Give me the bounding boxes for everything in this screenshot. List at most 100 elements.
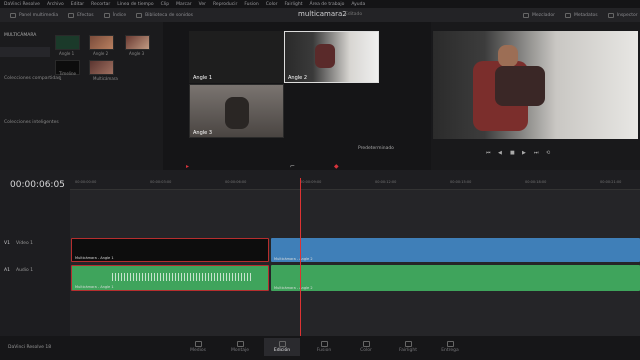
snap-icon[interactable]: ◆ xyxy=(334,163,339,170)
video-track-name: Vídeo 1 xyxy=(16,241,34,246)
ruler-tick-label: 00:00:18:00 xyxy=(525,180,547,184)
playhead[interactable] xyxy=(300,178,301,336)
angle-3-person xyxy=(225,97,249,129)
page-icon xyxy=(404,341,412,347)
select-tool-icon[interactable]: ▸ xyxy=(186,163,189,170)
page-label: Fusion xyxy=(316,348,332,353)
menu-item[interactable]: Línea de tiempo xyxy=(117,2,153,7)
skip-forward-icon[interactable]: ⏭ xyxy=(534,150,539,156)
person-head xyxy=(498,45,518,67)
menu-item[interactable]: Fairlight xyxy=(285,2,303,7)
bin-selected xyxy=(0,47,50,57)
menu-item[interactable]: Fusion xyxy=(244,2,258,7)
stop-icon[interactable]: ■ xyxy=(510,150,515,156)
page-label: Entrega xyxy=(441,348,459,353)
audio-track-name: Audio 1 xyxy=(16,268,34,273)
track-headers: V1 Vídeo 1 A1 Audio 1 xyxy=(0,190,70,336)
ruler-tick-label: 00:00:06:00 xyxy=(225,180,247,184)
sound-library-button[interactable]: Biblioteca de sonidos xyxy=(136,12,193,18)
page-tab[interactable]: Medios xyxy=(180,338,216,356)
media-pool-button[interactable]: Panel multimedia xyxy=(10,12,58,18)
audio-clip-2[interactable]: Multicámara - Angle 2 xyxy=(271,265,640,291)
project-title: multicamara2 xyxy=(298,10,347,18)
bin-label[interactable]: MULTICÁMARA xyxy=(4,33,36,38)
angle-2-cell[interactable]: Angle 2 xyxy=(284,31,379,83)
person-body xyxy=(495,66,545,106)
menu-item[interactable]: Marcar xyxy=(176,2,191,7)
page-tab[interactable]: Fairlight xyxy=(390,338,426,356)
timeline-viewer: ⏮ ◀ ■ ▶ ⏭ ⟲ xyxy=(431,22,640,170)
menu-item[interactable]: Ayuda xyxy=(351,2,365,7)
timeline-ruler[interactable]: 00:00:00:00 00:00:03:00 00:00:06:00 00:00:0… xyxy=(70,178,640,190)
timeline-tracks[interactable]: Multicámara - Angle 1 Multicámara - Angl… xyxy=(70,190,640,336)
metadata-button[interactable]: Metadatos xyxy=(565,12,598,18)
media-pool: MULTICÁMARA Colecciones compartidas Cole… xyxy=(0,22,163,170)
page-icon xyxy=(320,341,328,347)
media-thumb-angle3[interactable]: Angle 3 xyxy=(125,35,150,56)
video-track-id: V1 xyxy=(4,241,10,246)
smart-collections[interactable]: Colecciones inteligentes xyxy=(4,120,59,125)
audio-clip-1[interactable]: Multicámara - Angle 1 xyxy=(71,265,269,291)
edited-status: Editado xyxy=(345,12,363,17)
transport-controls: ⏮ ◀ ■ ▶ ⏭ ⟲ xyxy=(486,150,556,156)
edit-toolbar: ▸ ⌐ ◆ xyxy=(150,161,630,172)
menu-item[interactable]: Área de trabajo xyxy=(310,2,345,7)
page-icon xyxy=(446,341,454,347)
edit-index-button[interactable]: Índice xyxy=(103,12,126,18)
menu-item[interactable]: Color xyxy=(266,2,278,7)
page-tab[interactable]: Montaje xyxy=(222,338,258,356)
media-thumb-angle2[interactable]: Angle 2 xyxy=(89,35,114,56)
timeline-timecode: 00:00:06:05 xyxy=(10,180,65,190)
mixer-icon xyxy=(523,12,530,18)
page-tab[interactable]: Fusion xyxy=(306,338,342,356)
sound-library-icon xyxy=(136,12,143,18)
media-thumb-angle1[interactable]: Angle 1 xyxy=(55,35,80,56)
media-thumb-multicam[interactable]: Multicámara xyxy=(89,60,118,81)
menu-item[interactable]: Archivo xyxy=(47,2,64,7)
program-frame xyxy=(433,31,638,139)
ruler-tick-label: 00:00:09:00 xyxy=(300,180,322,184)
page-icon xyxy=(362,341,370,347)
angle-3-cell[interactable]: Angle 3 xyxy=(189,84,284,138)
inspector-icon xyxy=(607,12,614,18)
page-label: Fairlight xyxy=(398,348,417,353)
loop-icon[interactable]: ⟲ xyxy=(546,150,550,156)
inspector-button[interactable]: Inspector xyxy=(607,12,638,18)
ruler-tick-label: 00:00:00:00 xyxy=(75,180,97,184)
play-icon[interactable]: ▶ xyxy=(522,150,526,156)
page-tab[interactable]: Entrega xyxy=(432,338,468,356)
page-tab[interactable]: Edición xyxy=(264,338,300,356)
preset-dropdown[interactable]: Predeterminado xyxy=(358,146,394,151)
mixer-button[interactable]: Mezclador xyxy=(523,12,555,18)
effects-icon xyxy=(68,12,75,18)
multicam-viewer: Angle 2 Angle 3 Angle 1 Predeterminado xyxy=(163,22,431,170)
page-icon xyxy=(236,341,244,347)
media-thumb-timeline[interactable]: Timeline 1 xyxy=(55,60,80,81)
waveform xyxy=(112,273,252,281)
page-label: Edición xyxy=(273,348,291,353)
menu-item[interactable]: Recortar xyxy=(91,2,110,7)
skip-back-icon[interactable]: ⏮ xyxy=(486,150,491,156)
menu-item[interactable]: Reproducir xyxy=(213,2,237,7)
link-icon[interactable]: ⌐ xyxy=(290,163,295,170)
page-label: Montaje xyxy=(230,348,250,353)
video-clip-2[interactable]: Multicámara - Angle 2 xyxy=(271,238,640,262)
menu-item[interactable]: DaVinci Resolve xyxy=(4,2,40,7)
audio-track-id: A1 xyxy=(4,268,10,273)
app-name: DaVinci Resolve 18 xyxy=(8,345,52,350)
effects-button[interactable]: Efectos xyxy=(68,12,94,18)
angle-1-label: Angle 1 xyxy=(193,75,212,81)
page-tab[interactable]: Color xyxy=(348,338,384,356)
index-icon xyxy=(103,12,110,18)
angle-2-person xyxy=(315,44,335,68)
ruler-tick-label: 00:00:15:00 xyxy=(450,180,472,184)
menu-item[interactable]: Ver xyxy=(199,2,206,7)
menu-item[interactable]: Editar xyxy=(71,2,84,7)
page-label: Medios xyxy=(190,348,206,353)
shared-collections[interactable]: Colecciones compartidas xyxy=(4,76,60,81)
menu-item[interactable]: Clip xyxy=(161,2,170,7)
video-clip-1[interactable]: Multicámara - Angle 1 xyxy=(71,238,269,262)
rewind-icon[interactable]: ◀ xyxy=(498,150,502,156)
ruler-tick-label: 00:00:21:00 xyxy=(600,180,622,184)
page-icon xyxy=(194,341,202,347)
